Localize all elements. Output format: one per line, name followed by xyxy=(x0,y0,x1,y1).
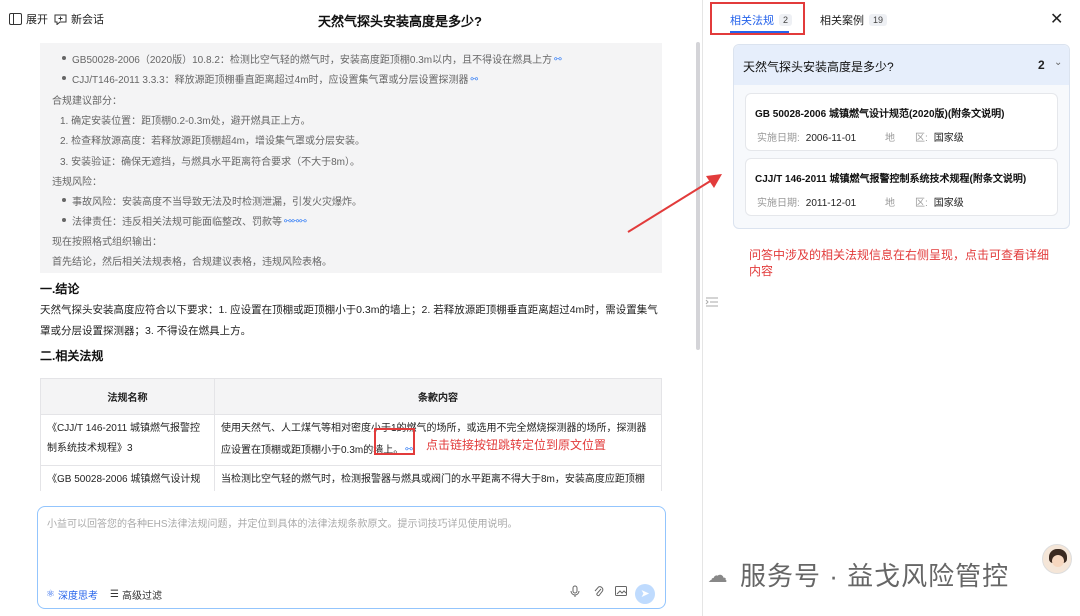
tab-related-regulations[interactable]: 相关法规 2 xyxy=(730,12,793,28)
table-header: 法规名称 xyxy=(40,378,215,415)
thinking-line: 法律责任：违反相关法规可能面临整改、罚款等 ⚯⚯⚯ xyxy=(62,213,307,228)
thinking-line: CJJ/T146-2011 3.3.3：释放源距顶棚垂直距离超过4m时，应设置集… xyxy=(61,71,479,86)
chevron-down-icon: ⌄ xyxy=(1054,57,1063,68)
regulation-card[interactable]: CJJ/T 146-2011 城镇燃气报警控制系统技术规程(附条文说明) 实施日… xyxy=(745,158,1058,216)
app-window: 展开 新会话 天然气探头安装高度是多少? GB50028-2006（2020版）… xyxy=(0,0,1080,616)
close-icon[interactable]: ✕ xyxy=(1050,9,1063,29)
tab-count-badge: 19 xyxy=(869,14,888,26)
table-row: 《GB 50028-2006 城镇燃气设计规范(2020版)》10.8.2 当检… xyxy=(40,465,662,491)
tab-label: 相关案例 xyxy=(820,15,864,27)
regulation-card[interactable]: GB 50028-2006 城镇燃气设计规范(2020版)(附条文说明) 实施日… xyxy=(745,93,1058,151)
chat-topbar: 展开 新会话 天然气探头安装高度是多少? xyxy=(0,0,702,38)
advanced-filter-button[interactable]: ☰ 高级过滤 xyxy=(110,587,162,602)
thinking-line: 1. 确定安装位置：距顶棚0.2-0.3m处，避开燃具正上方。 xyxy=(60,116,311,127)
table-header: 条款内容 xyxy=(214,378,662,415)
thinking-line: 现在按照格式组织输出： xyxy=(52,237,162,248)
wechat-icon: ☁ xyxy=(707,564,729,587)
filter-icon: ☰ xyxy=(110,589,119,600)
chat-title: 天然气探头安装高度是多少? xyxy=(318,14,482,29)
attachment-icon[interactable] xyxy=(590,585,606,601)
table-cell: 《CJJ/T 146-2011 城镇燃气报警控制系统技术规程》3 xyxy=(40,414,215,466)
avatar[interactable] xyxy=(1042,544,1072,574)
thinking-line: 合规建议部分： xyxy=(52,96,122,107)
link-icon[interactable]: ⚯ xyxy=(554,54,562,65)
regulations-heading: 二.相关法规 xyxy=(40,349,104,363)
question-accordion: 天然气探头安装高度是多少? 2 ⌄ GB 50028-2006 城镇燃气设计规范… xyxy=(733,44,1070,229)
annotation-panel-note: 问答中涉及的相关法规信息在右侧呈现，点击可查看详细内容 xyxy=(749,248,1050,278)
implementation-date: 实施日期: 2011-12-01 xyxy=(757,198,857,209)
accordion-question: 天然气探头安装高度是多少? xyxy=(743,60,894,74)
deep-think-toggle[interactable]: ⚛ 深度思考 xyxy=(46,587,98,602)
thinking-line: 3. 安装验证：确保无遮挡，与燃具水平距离符合要求（不大于8m）。 xyxy=(60,157,361,168)
microphone-icon[interactable] xyxy=(567,585,583,601)
thinking-line: 事故风险：安装高度不当导致无法及时检测泄漏，引发火灾爆炸。 xyxy=(62,193,362,208)
advanced-filter-label: 高级过滤 xyxy=(121,591,162,602)
link-icon[interactable]: ⚯⚯⚯ xyxy=(284,216,307,227)
regulation-title: CJJ/T 146-2011 城镇燃气报警控制系统技术规程(附条文说明) xyxy=(755,174,1027,185)
thinking-block: GB50028-2006（2020版）10.8.2：检测比空气轻的燃气时，安装高… xyxy=(40,43,662,273)
atom-icon: ⚛ xyxy=(46,589,55,600)
thinking-line: 首先结论，然后相关法规表格，合规建议表格，违规风险表格。 xyxy=(52,257,332,268)
annotation-highlight-box xyxy=(374,428,415,455)
link-icon[interactable]: ⚯ xyxy=(471,74,479,85)
deep-think-label: 深度思考 xyxy=(57,591,98,602)
references-panel: 相关法规 2 相关案例 19 ✕ 天然气探头安装高度是多少? 2 ⌄ GB 50… xyxy=(703,0,1080,616)
thinking-line: 违规风险： xyxy=(52,177,102,188)
tab-related-cases[interactable]: 相关案例 19 xyxy=(820,12,888,28)
chat-input[interactable] xyxy=(47,515,647,555)
chat-pane: 展开 新会话 天然气探头安装高度是多少? GB50028-2006（2020版）… xyxy=(0,0,702,616)
chat-input-box: ⚛ 深度思考 ☰ 高级过滤 ➤ xyxy=(37,506,666,609)
table-cell: 《GB 50028-2006 城镇燃气设计规范(2020版)》10.8.2 xyxy=(40,465,215,491)
implementation-date: 实施日期: 2006-11-01 xyxy=(757,133,857,144)
table-cell: 当检测比空气轻的燃气时，检测报警器与燃具或阀门的水平距离不得大于8m，安装高度应… xyxy=(214,465,662,491)
conclusion-heading: 一.结论 xyxy=(40,282,80,296)
annotation-link-note: 点击链接按钮跳转定位到原文位置 xyxy=(426,438,607,452)
image-upload-icon[interactable] xyxy=(613,585,629,601)
accordion-count: 2 xyxy=(1038,58,1045,72)
accordion-header[interactable]: 天然气探头安装高度是多少? 2 ⌄ xyxy=(734,45,1069,85)
watermark-text: 服务号 · 益戈风险管控 xyxy=(740,561,1010,591)
link-icon[interactable]: ⚯ xyxy=(375,490,383,491)
thinking-line: GB50028-2006（2020版）10.8.2：检测比空气轻的燃气时，安装高… xyxy=(62,51,562,66)
tab-label: 相关法规 xyxy=(730,15,774,27)
thinking-line: 2. 检查释放源高度：若释放源距顶棚超4m，增设集气罩或分层安装。 xyxy=(60,136,366,147)
send-button[interactable]: ➤ xyxy=(635,584,655,604)
region: 地 区: 国家级 xyxy=(885,198,964,209)
tab-count-badge: 2 xyxy=(779,14,793,26)
region: 地 区: 国家级 xyxy=(885,133,964,144)
watermark: ☁ 服务号 · 益戈风险管控 xyxy=(704,556,1009,593)
conclusion-text: 天然气探头安装高度应符合以下要求：1. 应设置在顶棚或距顶棚小于0.3m的墙上；… xyxy=(40,304,658,337)
regulation-title: GB 50028-2006 城镇燃气设计规范(2020版)(附条文说明) xyxy=(755,109,1005,120)
active-tab-indicator xyxy=(730,31,789,33)
send-icon: ➤ xyxy=(640,588,650,600)
regulations-table: 法规名称 条款内容 《CJJ/T 146-2011 城镇燃气报警控制系统技术规程… xyxy=(40,378,662,491)
